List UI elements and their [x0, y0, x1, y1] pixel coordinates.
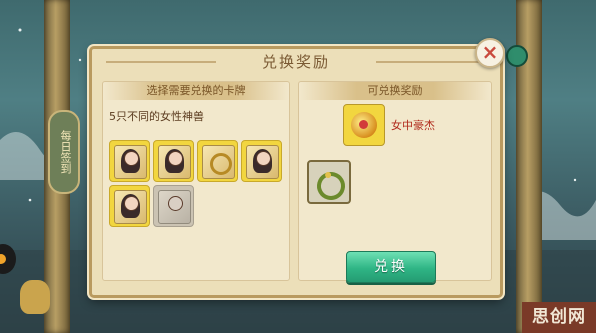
- card-slot-2[interactable]: [153, 140, 194, 182]
- card-slot-4[interactable]: [241, 140, 282, 182]
- card-selection-header: 选择需要兑换的卡牌: [103, 82, 289, 100]
- card-slot-6[interactable]: [153, 185, 194, 227]
- side-tab-daily[interactable]: 每日签到: [48, 110, 80, 194]
- exchange-button[interactable]: 兑换: [346, 251, 436, 283]
- reward-label-1: 女中豪杰: [391, 119, 435, 132]
- card-slot-3[interactable]: [197, 140, 238, 182]
- female-beast-card-2-icon: [158, 145, 191, 179]
- pet-sprite: [20, 280, 50, 314]
- corner-orb-icon[interactable]: [506, 45, 528, 67]
- mascot-icon[interactable]: [0, 244, 16, 274]
- reward-header: 可兑换奖励: [299, 82, 491, 100]
- reward-item-2[interactable]: [307, 160, 351, 206]
- card-selection-panel: 选择需要兑换的卡牌 5只不同的女性神兽: [102, 81, 290, 281]
- card-slot-1[interactable]: [109, 140, 150, 182]
- jade-ring-icon: [311, 166, 351, 206]
- card-slot-5[interactable]: [109, 185, 150, 227]
- dialog-title-bar: 兑换奖励: [92, 49, 500, 75]
- female-beast-card-3-icon: [202, 145, 235, 179]
- requirement-text: 5只不同的女性神兽: [109, 110, 204, 123]
- female-beast-card-6-icon: [158, 190, 191, 224]
- dialog-title: 兑换奖励: [261, 53, 330, 71]
- title-divider-right: [376, 61, 486, 63]
- female-beast-card-4-icon: [246, 145, 279, 179]
- female-beast-card-1-icon: [114, 145, 147, 179]
- exchange-reward-dialog: 兑换奖励 × 选择需要兑换的卡牌 5只不同的女性神兽 可兑换奖励 女中豪杰 兑换: [89, 38, 505, 298]
- gem-treasure-icon: [351, 112, 377, 138]
- female-beast-card-5-icon: [114, 190, 147, 224]
- title-divider-left: [106, 61, 216, 63]
- close-button[interactable]: ×: [475, 38, 505, 68]
- watermark: 思创网: [522, 302, 596, 333]
- reward-item-1[interactable]: [343, 104, 385, 146]
